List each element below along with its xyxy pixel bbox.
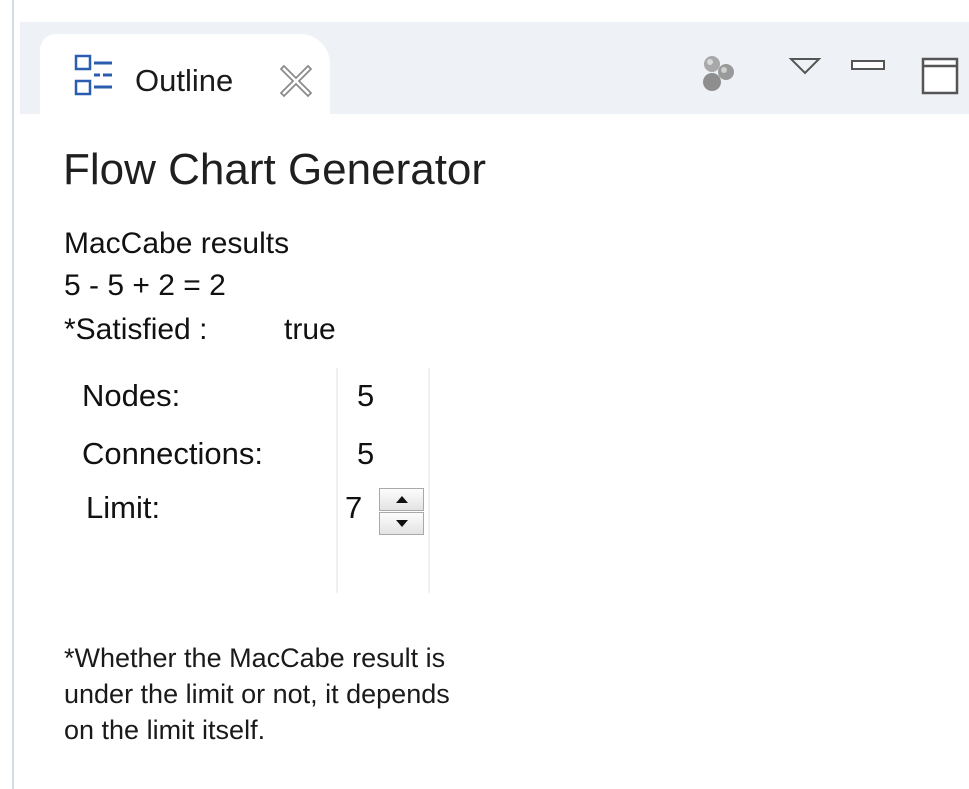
arrow-up-icon — [396, 496, 408, 503]
minimize-icon[interactable] — [850, 58, 886, 70]
connections-label: Connections: — [82, 436, 263, 471]
satisfied-value: true — [284, 313, 336, 346]
increment-button[interactable] — [379, 488, 424, 511]
filter-icon[interactable] — [698, 52, 742, 96]
left-border — [0, 0, 20, 789]
tab-label: Outline — [135, 63, 234, 98]
view-menu-icon[interactable] — [788, 56, 822, 76]
outline-icon — [74, 54, 114, 98]
decrement-button[interactable] — [379, 512, 424, 535]
connections-value: 5 — [357, 436, 375, 471]
close-icon[interactable] — [278, 63, 314, 99]
top-band — [20, 0, 969, 22]
view-header: Outline — [20, 22, 969, 114]
nodes-value: 5 — [357, 378, 375, 413]
outline-content: Flow Chart Generator MacCabe results 5 -… — [20, 114, 969, 789]
arrow-down-icon — [396, 520, 408, 527]
formula-text: 5 - 5 + 2 = 2 — [64, 269, 226, 302]
note-line: under the limit or not, it depends — [64, 679, 450, 709]
outline-view: Outline Flow Chart Generator MacCabe res… — [20, 22, 969, 789]
limit-label: Limit: — [86, 490, 161, 525]
results-heading: MacCabe results — [64, 227, 290, 260]
nodes-label: Nodes: — [82, 378, 181, 413]
spinner-buttons — [379, 486, 426, 538]
tab-outline[interactable]: Outline — [40, 34, 330, 114]
column-divider — [428, 368, 430, 593]
satisfied-label: *Satisfied : — [64, 313, 208, 346]
maximize-icon[interactable] — [920, 56, 960, 96]
limit-note: *Whether the MacCabe result is under the… — [64, 640, 584, 748]
note-line: *Whether the MacCabe result is — [64, 643, 446, 673]
page-title: Flow Chart Generator — [63, 145, 487, 194]
note-line: on the limit itself. — [64, 715, 266, 745]
limit-spinner[interactable]: 7 — [338, 486, 428, 536]
column-divider — [336, 368, 338, 593]
limit-value[interactable]: 7 — [345, 488, 362, 528]
